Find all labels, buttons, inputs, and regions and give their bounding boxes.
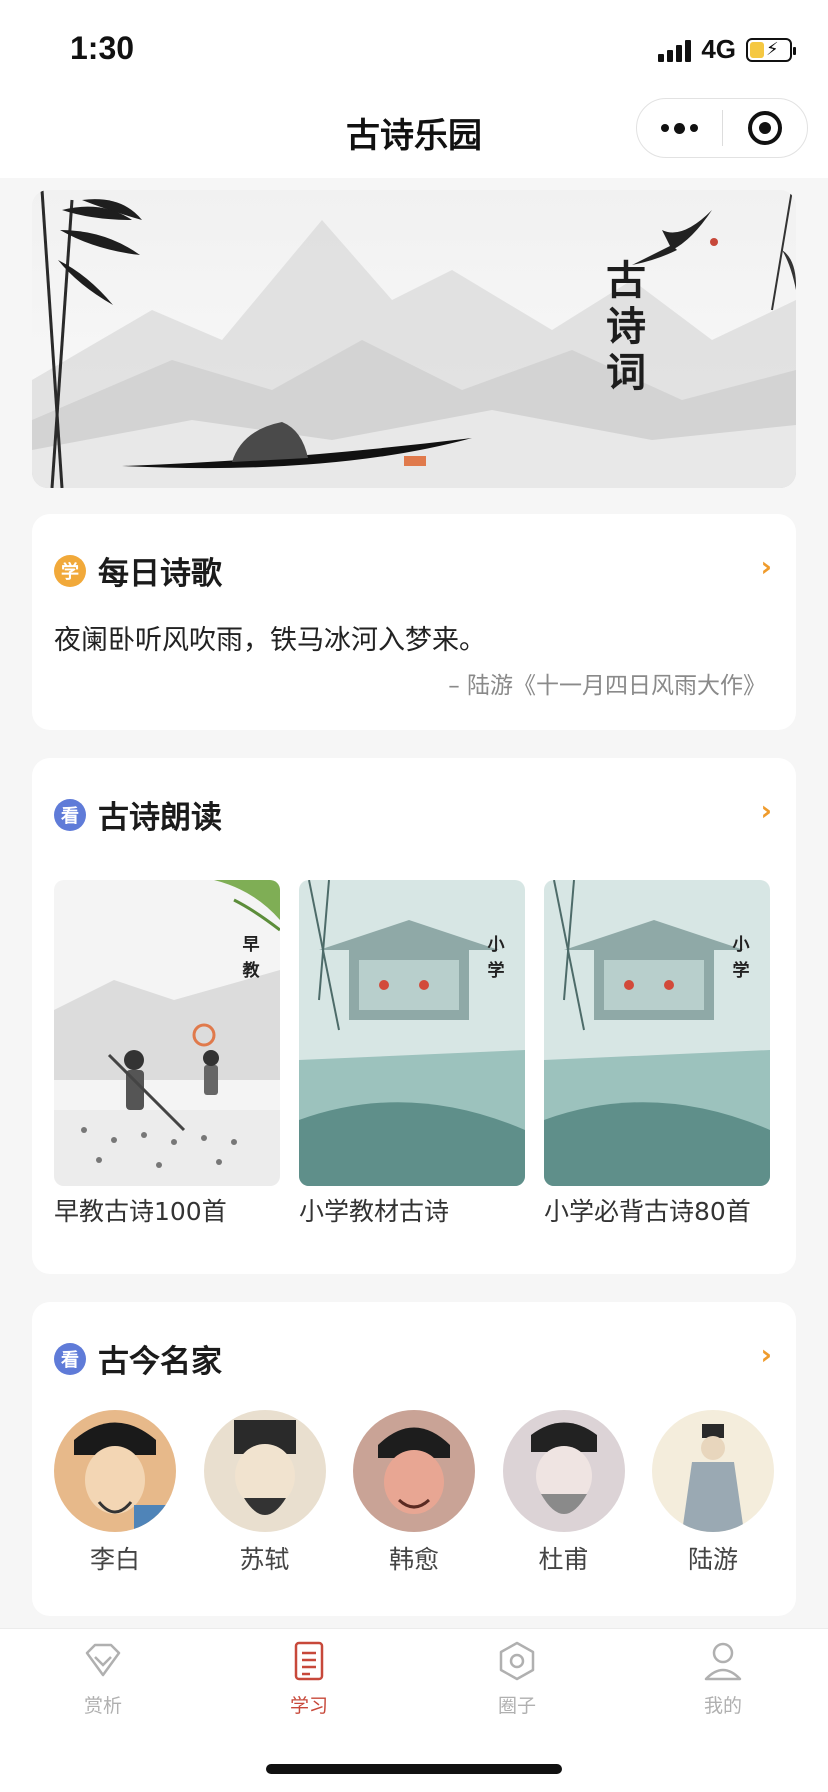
- daily-poem-card[interactable]: 学 每日诗歌 › 夜阑卧听风吹雨，铁马冰河入梦来。 – 陆游《十一月四日风雨大作…: [32, 514, 796, 730]
- poet-name: 苏轼: [239, 1545, 290, 1574]
- banner-landscape-illustration: [32, 190, 796, 488]
- tab-appreciation[interactable]: 赏析: [48, 1639, 158, 1718]
- chevron-right-icon[interactable]: ›: [760, 1338, 772, 1371]
- poet-item[interactable]: 李白: [54, 1410, 176, 1576]
- recitation-cover: 早教: [54, 880, 280, 1186]
- tab-mine[interactable]: 我的: [668, 1639, 778, 1718]
- study-badge-icon: 学: [54, 554, 86, 587]
- person-icon: [704, 1642, 742, 1681]
- pavilion-illustration: [299, 880, 525, 1186]
- watch-badge-icon: 看: [54, 798, 86, 831]
- poet-avatar: [54, 1410, 176, 1532]
- recitation-item[interactable]: 早教 早教古诗100首: [54, 880, 280, 1228]
- chevron-right-icon[interactable]: ›: [760, 550, 772, 583]
- tab-label: 我的: [703, 1695, 742, 1717]
- battery-charging-icon: ⚡: [746, 37, 796, 62]
- farming-illustration: [54, 880, 280, 1186]
- tab-label: 赏析: [83, 1695, 122, 1717]
- poet-item[interactable]: 陆游: [652, 1410, 774, 1576]
- target-close-icon[interactable]: [723, 99, 808, 157]
- poet-avatar: [502, 1410, 625, 1532]
- status-bar: 1:30 4G ⚡: [0, 0, 828, 96]
- recitation-title: 古诗朗读: [98, 800, 222, 836]
- poet-avatar: [353, 1410, 475, 1532]
- daily-poem-header: 学 每日诗歌: [54, 548, 222, 593]
- recitation-item[interactable]: 小学 小学必背古诗80首: [544, 880, 770, 1228]
- nav-bar: 古诗乐园: [0, 96, 828, 178]
- cover-caption: 小学: [487, 935, 505, 981]
- recitation-cover: 小学: [544, 880, 770, 1186]
- mini-program-capsule: [636, 98, 808, 158]
- watch-badge-icon: 看: [54, 1342, 86, 1375]
- poet-name: 陆游: [687, 1545, 738, 1574]
- famous-poets-card: 看 古今名家 › 李白 苏轼 韩愈 杜甫 陆游: [32, 1302, 796, 1616]
- network-type: 4G: [701, 34, 736, 64]
- diamond-icon: [85, 1643, 121, 1677]
- status-time: 1:30: [70, 30, 135, 66]
- poets-title: 古今名家: [98, 1344, 222, 1380]
- pavilion-illustration: [544, 880, 770, 1186]
- recitation-item[interactable]: 小学 小学教材古诗: [299, 880, 525, 1228]
- poet-list: 李白 苏轼 韩愈 杜甫 陆游: [54, 1410, 774, 1576]
- poet-avatar: [203, 1410, 326, 1532]
- hexagon-icon: [499, 1641, 535, 1681]
- poem-source: – 陆游《十一月四日风雨大作》: [448, 673, 766, 699]
- recitation-label: 早教古诗100首: [54, 1197, 227, 1226]
- poet-item[interactable]: 苏轼: [203, 1410, 326, 1576]
- poet-name: 韩愈: [388, 1545, 439, 1574]
- ink-painting-banner[interactable]: 古诗词: [32, 190, 796, 488]
- recitation-cover: 小学: [299, 880, 525, 1186]
- tab-circle[interactable]: 圈子: [462, 1639, 572, 1718]
- poem-line: 夜阑卧听风吹雨，铁马冰河入梦来。: [54, 625, 486, 656]
- cover-caption: 早教: [242, 935, 260, 981]
- chevron-right-icon[interactable]: ›: [760, 794, 772, 827]
- poet-avatar: [652, 1410, 774, 1532]
- poet-item[interactable]: 韩愈: [353, 1410, 475, 1576]
- tab-label: 学习: [289, 1695, 328, 1717]
- home-indicator[interactable]: [266, 1764, 562, 1774]
- cover-caption: 小学: [732, 935, 750, 981]
- more-dots-icon[interactable]: [637, 99, 722, 157]
- tab-label: 圈子: [497, 1695, 536, 1717]
- document-icon: [294, 1641, 324, 1681]
- poet-name: 杜甫: [538, 1545, 589, 1574]
- status-indicators: 4G ⚡: [658, 34, 796, 65]
- poet-name: 李白: [89, 1545, 140, 1574]
- recitation-label: 小学必背古诗80首: [544, 1197, 751, 1226]
- daily-poem-title: 每日诗歌: [98, 556, 222, 592]
- tab-study[interactable]: 学习: [254, 1639, 364, 1718]
- recitation-label: 小学教材古诗: [299, 1197, 450, 1226]
- recitation-header: 看 古诗朗读: [54, 792, 222, 837]
- poets-header: 看 古今名家: [54, 1336, 222, 1381]
- banner-title: 古诗词: [606, 257, 646, 396]
- signal-icon: [658, 38, 692, 62]
- poet-item[interactable]: 杜甫: [502, 1410, 625, 1576]
